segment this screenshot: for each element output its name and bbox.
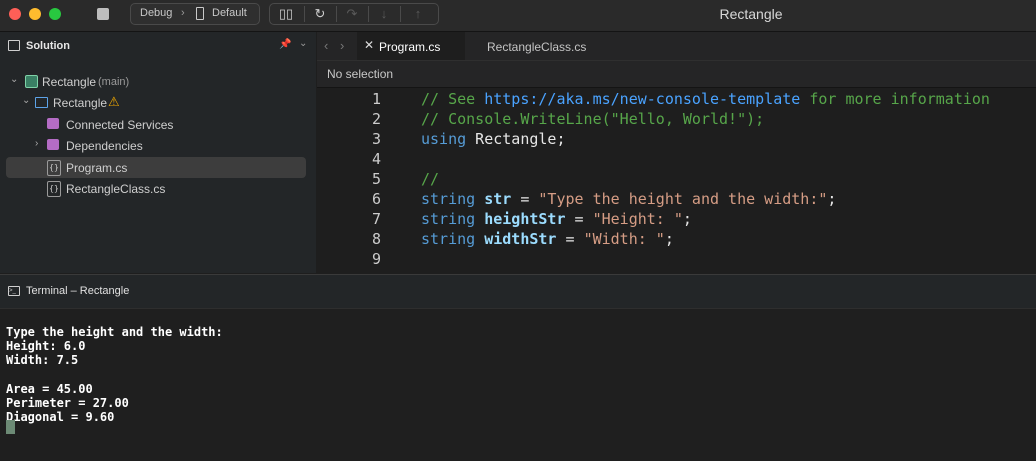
line-number: 2 bbox=[371, 110, 381, 128]
code-line: // Console.WriteLine("Hello, World!"); bbox=[421, 110, 765, 128]
chevron-down-icon[interactable]: ⌄ bbox=[22, 96, 30, 106]
line-number: 1 bbox=[371, 90, 381, 108]
solution-pad: Solution 📌 ⌄ ⌄ Rectangle (main) ⌄ Rectan… bbox=[0, 32, 316, 273]
project-icon bbox=[35, 97, 48, 108]
code-line: // bbox=[421, 170, 440, 188]
line-number: 4 bbox=[371, 150, 381, 168]
tree-item-dependencies[interactable]: › Dependencies bbox=[6, 135, 306, 156]
folder-icon bbox=[47, 139, 59, 150]
close-tab-icon[interactable]: ✕ bbox=[364, 38, 374, 52]
terminal-line: Width: 7.5 bbox=[6, 353, 79, 368]
chevron-right-icon[interactable]: › bbox=[35, 139, 43, 149]
code-area[interactable]: 1 2 3 4 5 6 7 8 9 10 // See https://aka.… bbox=[317, 88, 1036, 273]
terminal-line: Height: 6.0 bbox=[6, 339, 86, 354]
code-line: string str = "Type the height and the wi… bbox=[421, 190, 837, 208]
editor-tab-bar: ‹ › ✕ Program.cs RectangleClass.cs bbox=[317, 32, 1036, 61]
warning-icon: ⚠ bbox=[108, 94, 120, 109]
tab-rectangleclass-cs[interactable]: RectangleClass.cs bbox=[467, 32, 607, 60]
chevron-down-icon[interactable]: ⌄ bbox=[299, 38, 307, 49]
editor-navigation-bar[interactable]: No selection bbox=[317, 61, 1036, 88]
tree-item-solution[interactable]: ⌄ Rectangle (main) bbox=[6, 71, 306, 92]
terminal-pad[interactable]: >_ Terminal – Rectangle Type the height … bbox=[0, 274, 1036, 461]
csharp-file-icon: {} bbox=[47, 160, 61, 176]
solution-pad-title: Solution bbox=[26, 40, 70, 52]
tree-item-program-cs[interactable]: {} Program.cs bbox=[6, 157, 306, 178]
forward-arrow-icon[interactable]: › bbox=[340, 38, 344, 53]
line-number: 5 bbox=[371, 170, 381, 188]
back-arrow-icon[interactable]: ‹ bbox=[324, 38, 328, 53]
tree-item-connected-services[interactable]: Connected Services bbox=[6, 114, 306, 135]
folder-icon bbox=[47, 118, 59, 129]
tree-item-label: RectangleClass.cs bbox=[66, 182, 166, 196]
solution-icon bbox=[25, 75, 38, 88]
tab-label: RectangleClass.cs bbox=[487, 40, 587, 54]
pin-icon[interactable]: 📌 bbox=[279, 39, 291, 50]
line-number: 8 bbox=[371, 230, 381, 248]
terminal-icon: >_ bbox=[8, 286, 20, 296]
chevron-down-icon[interactable]: ⌄ bbox=[10, 75, 18, 85]
line-number: 9 bbox=[371, 250, 381, 268]
tree-item-label: Rectangle bbox=[42, 75, 97, 89]
code-link[interactable]: https://aka.ms/new-console-template bbox=[484, 90, 800, 108]
code-line: // bbox=[421, 270, 439, 273]
tree-item-label: Rectangle bbox=[53, 96, 108, 110]
code-line: string heightStr = "Height: "; bbox=[421, 210, 692, 228]
tree-item-project[interactable]: ⌄ Rectangle ⚠ bbox=[6, 92, 306, 113]
tree-item-suffix: (main) bbox=[98, 76, 130, 88]
solution-pad-header: Solution 📌 ⌄ bbox=[0, 32, 316, 60]
tab-label: Program.cs bbox=[379, 40, 441, 54]
line-number: 7 bbox=[371, 210, 381, 228]
terminal-title: Terminal – Rectangle bbox=[26, 285, 130, 297]
line-number: 3 bbox=[371, 130, 381, 148]
code-line: string widthStr = "Width: "; bbox=[421, 230, 674, 248]
terminal-line: Diagonal = 9.60 bbox=[6, 410, 115, 425]
code-editor: ‹ › ✕ Program.cs RectangleClass.cs No se… bbox=[317, 32, 1036, 273]
terminal-line: Perimeter = 27.00 bbox=[6, 396, 129, 411]
terminal-header: >_ Terminal – Rectangle bbox=[0, 275, 1036, 309]
tab-program-cs[interactable]: ✕ Program.cs bbox=[357, 32, 465, 60]
terminal-output: Type the height and the width: Height: 6.… bbox=[6, 325, 223, 424]
line-number: 10 bbox=[347, 270, 381, 273]
terminal-line: Type the height and the width: bbox=[6, 325, 223, 339]
selection-label: No selection bbox=[327, 67, 394, 81]
tree-item-label: Connected Services bbox=[66, 118, 174, 132]
tree-item-label: Dependencies bbox=[66, 139, 143, 153]
code-line: using Rectangle; bbox=[421, 130, 566, 148]
line-number: 6 bbox=[371, 190, 381, 208]
window-title: Rectangle bbox=[719, 6, 783, 22]
tree-item-label: Program.cs bbox=[66, 161, 128, 175]
tree-item-rectangleclass-cs[interactable]: {} RectangleClass.cs bbox=[6, 178, 306, 199]
terminal-cursor bbox=[6, 420, 15, 434]
title-bar: Debug › Default ▯▯ ↻ ↷ ↓ ↑ Rectangle bbox=[0, 0, 1036, 32]
terminal-line: Area = 45.00 bbox=[6, 381, 93, 396]
csharp-file-icon: {} bbox=[47, 181, 61, 197]
code-line: // See https://aka.ms/new-console-templa… bbox=[421, 90, 990, 108]
solution-pad-icon bbox=[8, 40, 20, 51]
